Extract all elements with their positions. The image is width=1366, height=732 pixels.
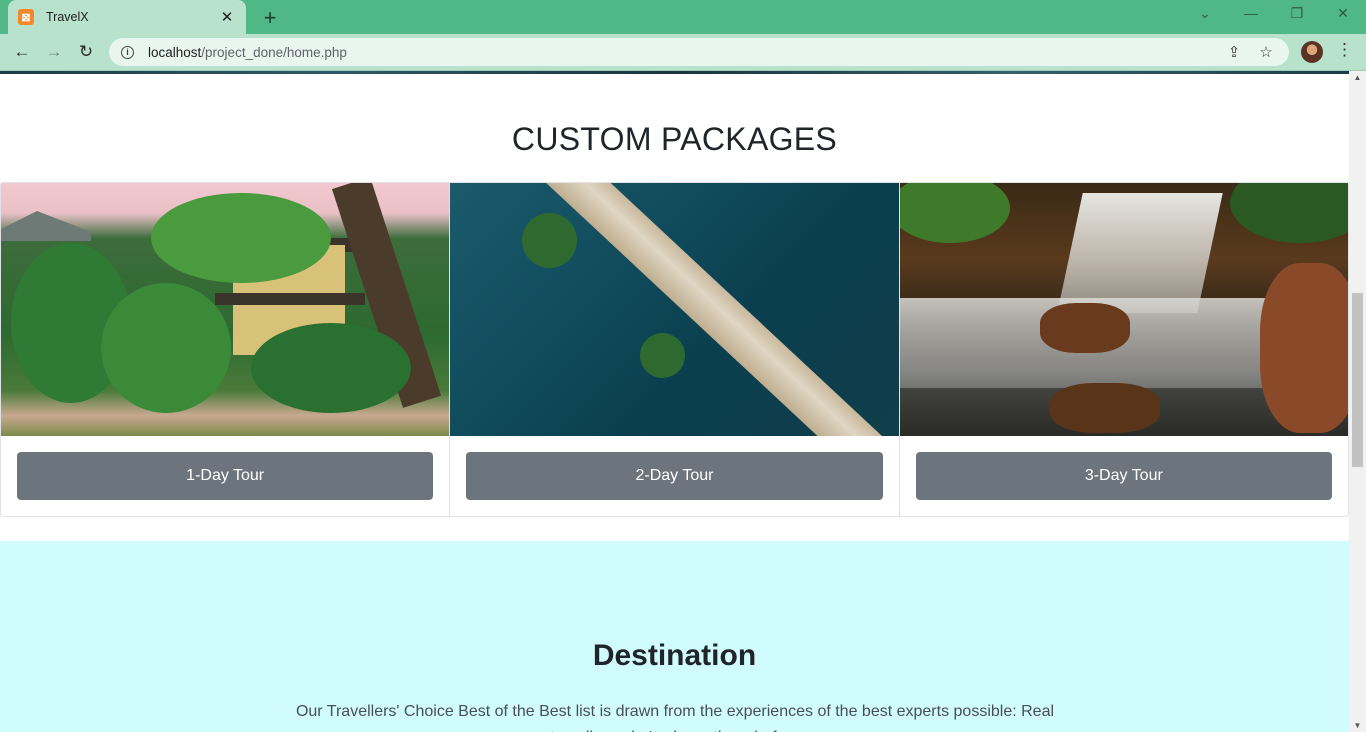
scroll-down-arrow-icon[interactable]: ▼ [1349, 721, 1366, 730]
new-tab-button[interactable]: + [259, 5, 281, 31]
3-day-tour-button[interactable]: 3-Day Tour [915, 452, 1332, 500]
scroll-up-arrow-icon[interactable]: ▲ [1349, 73, 1366, 82]
browser-toolbar: ← → ↻ i localhost/project_done/home.php … [0, 34, 1366, 71]
tab-title: TravelX [46, 10, 89, 24]
browser-menu-icon[interactable]: ⋮ [1336, 40, 1353, 60]
hero-image-bottom-edge [0, 71, 1349, 74]
package-card-2-day: 2-Day Tour [450, 183, 900, 516]
waterfall-image [899, 183, 1348, 436]
xampp-favicon-icon: ⊠ [18, 9, 34, 25]
scrollbar-thumb[interactable] [1352, 293, 1363, 467]
package-card-1-day: 1-Day Tour [1, 183, 451, 516]
package-card-3-day: 3-Day Tour [899, 183, 1348, 516]
destination-description: Our Travellers' Choice Best of the Best … [295, 703, 1055, 732]
url-path: /project_done/home.php [201, 44, 347, 60]
share-icon[interactable]: ⇪ [1223, 43, 1245, 61]
package-card-group: 1-Day Tour 2-Day Tour 3-Day Tour [0, 182, 1349, 517]
site-info-icon[interactable]: i [121, 45, 134, 59]
reload-button[interactable]: ↻ [74, 40, 98, 64]
url-host: localhost [148, 44, 202, 60]
url-text[interactable]: localhost/project_done/home.php [148, 45, 1213, 60]
forward-button[interactable]: → [42, 40, 66, 64]
profile-avatar[interactable] [1301, 41, 1323, 63]
destination-title: Destination [592, 639, 757, 672]
1-day-tour-button[interactable]: 1-Day Tour [17, 452, 434, 500]
tab-search-icon[interactable]: ⌄ [1195, 5, 1215, 22]
minimize-button[interactable]: — [1241, 5, 1261, 21]
aerial-sandbar-image [450, 183, 899, 436]
page-scrollbar[interactable]: ▲ ▼ [1349, 71, 1366, 732]
garden-pavilion-image [1, 183, 450, 436]
destination-section: Destination Our Travellers' Choice Best … [0, 541, 1349, 732]
address-bar[interactable]: i localhost/project_done/home.php ⇪ ☆ [109, 38, 1289, 66]
custom-packages-title: CUSTOM PACKAGES [511, 121, 838, 157]
2-day-tour-button[interactable]: 2-Day Tour [466, 452, 883, 500]
close-window-button[interactable]: ✕ [1333, 5, 1353, 22]
browser-titlebar: ⊠ TravelX ✕ + ⌄ — ❐ ✕ [0, 0, 1366, 34]
page-viewport: CUSTOM PACKAGES 1-Day Tour 2-Day Tour 3-… [0, 71, 1349, 732]
back-button[interactable]: ← [10, 40, 34, 64]
tab-close-icon[interactable]: ✕ [218, 8, 236, 26]
bookmark-star-icon[interactable]: ☆ [1255, 43, 1277, 61]
browser-tab[interactable]: ⊠ TravelX ✕ [8, 0, 246, 34]
restore-button[interactable]: ❐ [1287, 5, 1307, 22]
